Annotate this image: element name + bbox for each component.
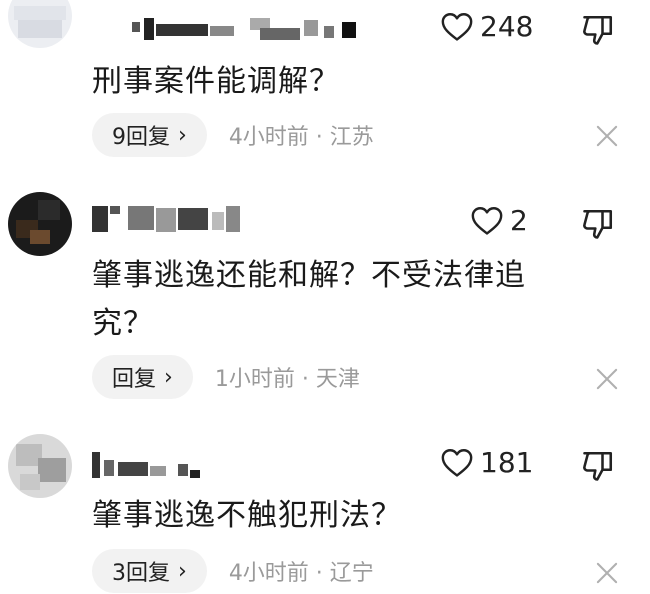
comment-location: 辽宁 [329, 561, 374, 586]
thumbs-down-outline-icon[interactable] [580, 12, 616, 48]
heart-outline-icon [441, 13, 473, 41]
comment-text: 刑事案件能调解？ [92, 64, 340, 99]
comment-item: 2 肇事逃逸还能和解？不受法律追究？ 回复 › 1小时前 · 天津 [0, 170, 650, 420]
like-button[interactable]: 248 [440, 6, 533, 46]
like-button[interactable]: 181 [440, 442, 533, 482]
reply-label: 3回复 [112, 561, 170, 586]
thumbs-down-outline-icon[interactable] [580, 206, 616, 242]
thumbs-down-outline-icon[interactable] [580, 448, 616, 484]
time-location: 1小时前 · 天津 [215, 361, 360, 393]
comment-meta: 9回复 › 4小时前 · 江苏 [92, 112, 374, 158]
like-count: 2 [510, 203, 528, 237]
chevron-right-icon: › [178, 558, 187, 584]
comment-text: 肇事逃逸还能和解？不受法律追究？ [92, 258, 526, 341]
comment-text: 肇事逃逸不触犯刑法？ [92, 498, 402, 533]
close-icon[interactable] [594, 123, 620, 149]
username[interactable] [92, 450, 212, 484]
comment-time: 4小时前 [228, 561, 309, 586]
avatar[interactable] [8, 192, 72, 256]
time-location: 4小时前 · 辽宁 [229, 555, 374, 587]
avatar[interactable] [8, 434, 72, 498]
meta-separator: · [294, 367, 316, 392]
comment-meta: 回复 › 1小时前 · 天津 [92, 354, 360, 400]
username[interactable] [92, 10, 372, 44]
avatar[interactable] [8, 0, 72, 48]
like-count: 181 [480, 445, 534, 479]
meta-separator: · [308, 561, 330, 586]
reply-label: 回复 [112, 367, 157, 392]
comment-time: 4小时前 [228, 125, 309, 150]
heart-outline-icon [471, 207, 503, 235]
like-button[interactable]: 2 [470, 200, 528, 240]
reply-label: 9回复 [112, 125, 170, 150]
reply-button[interactable]: 回复 › [92, 355, 193, 399]
comment-item: 181 肇事逃逸不触犯刑法？ 3回复 › 4小时前 · 辽宁 [0, 420, 650, 593]
close-icon[interactable] [594, 366, 620, 392]
meta-separator: · [308, 125, 330, 150]
like-count: 248 [480, 9, 534, 43]
reply-button[interactable]: 9回复 › [92, 113, 207, 157]
comment-time: 1小时前 [214, 367, 295, 392]
comment-location: 天津 [315, 367, 360, 392]
chevron-right-icon: › [178, 122, 187, 148]
time-location: 4小时前 · 江苏 [229, 119, 374, 151]
chevron-right-icon: › [164, 364, 173, 390]
comment-location: 江苏 [329, 125, 374, 150]
reply-button[interactable]: 3回复 › [92, 549, 207, 593]
comment-meta: 3回复 › 4小时前 · 辽宁 [92, 548, 374, 594]
close-icon[interactable] [594, 560, 620, 586]
heart-outline-icon [441, 449, 473, 477]
username[interactable] [92, 204, 252, 238]
comment-item: 248 刑事案件能调解？ 9回复 › 4小时前 · 江苏 [0, 0, 650, 170]
